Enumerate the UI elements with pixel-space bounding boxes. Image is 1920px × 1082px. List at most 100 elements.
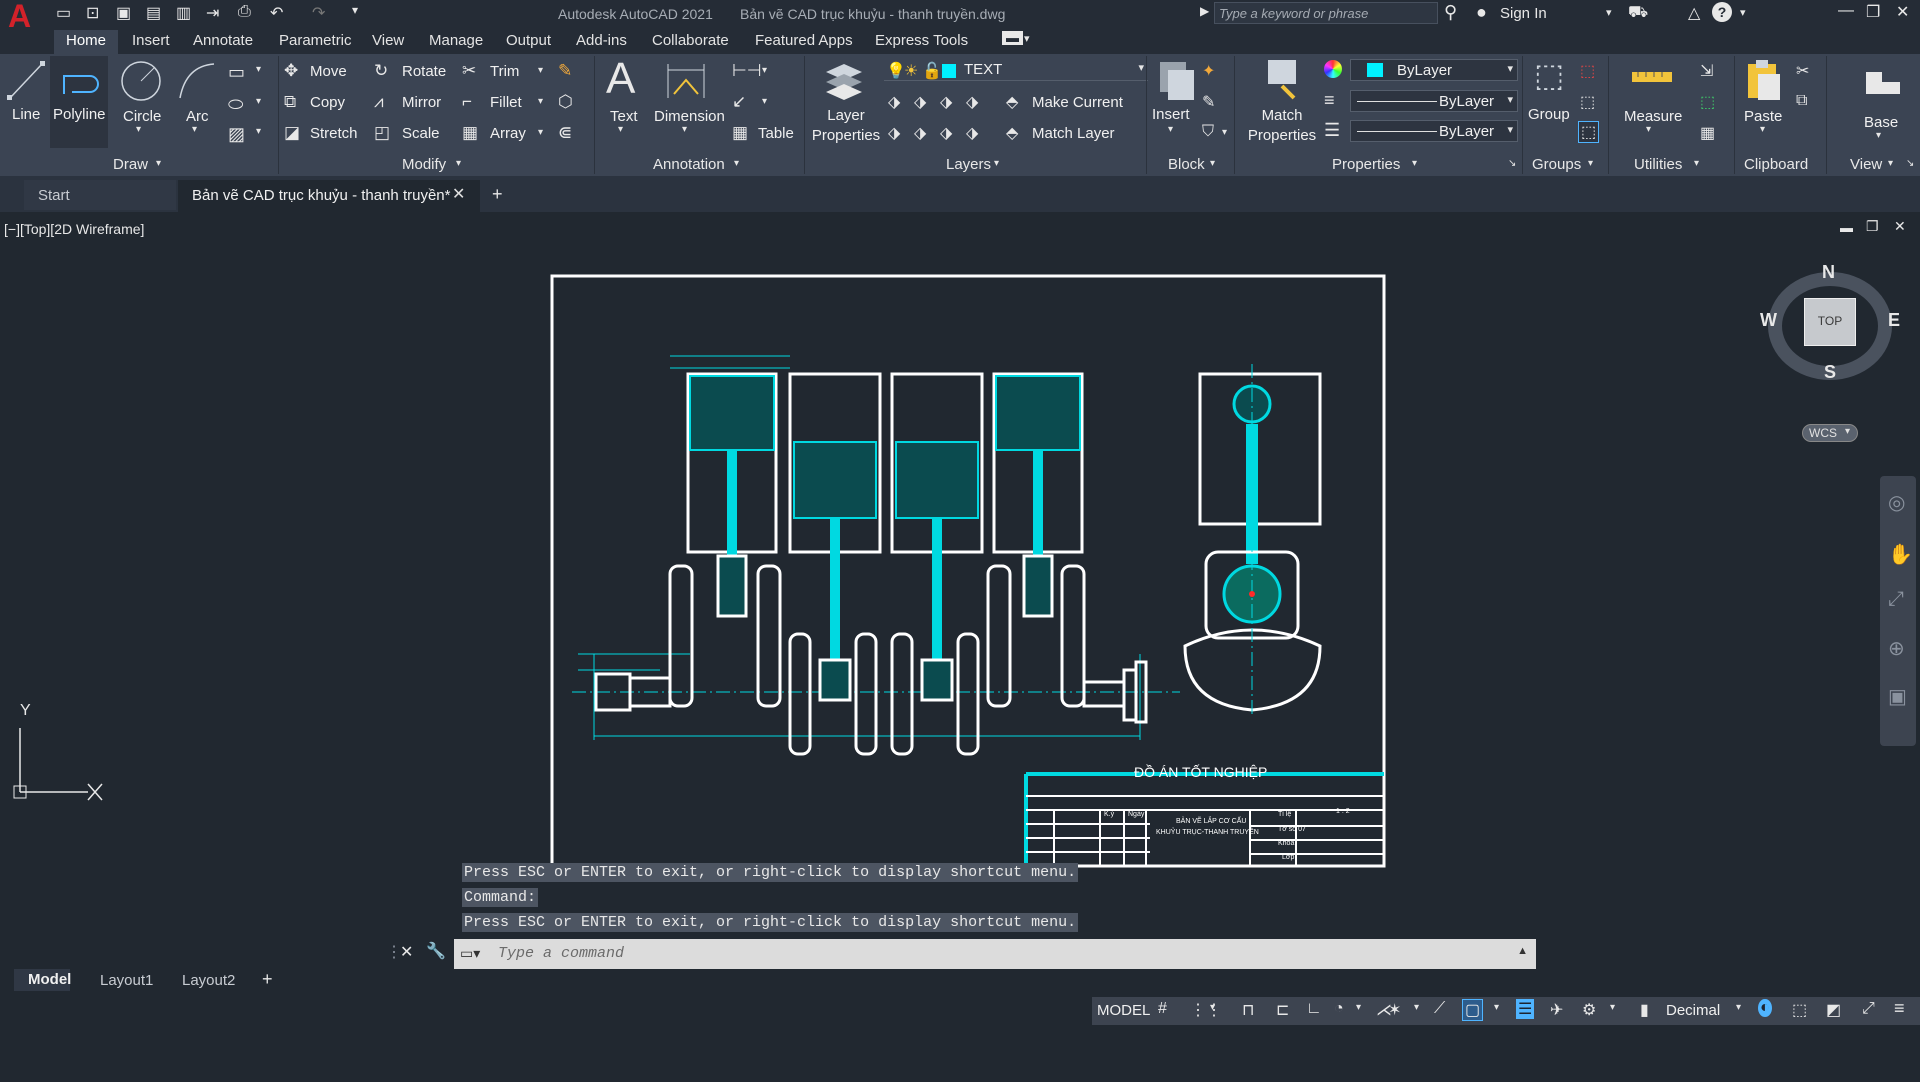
drawing-viewport[interactable]: [−][Top][2D Wireframe] ▬ ❐ ✕ TOP N S E W… — [0, 212, 1920, 969]
properties-dialog-launcher-icon[interactable]: ↘ — [1508, 158, 1516, 169]
model-space-button[interactable]: MODEL — [1097, 1002, 1150, 1019]
match-layer-button[interactable]: Match Layer — [1032, 125, 1115, 142]
undo-icon[interactable]: ↶ — [270, 3, 283, 23]
paste-dropdown-icon[interactable]: ▾ — [1760, 124, 1765, 135]
workspace-dropdown-icon[interactable]: ▾ — [1610, 1002, 1615, 1013]
zoom-extents-icon[interactable]: ⤢ — [1888, 588, 1904, 611]
match-properties-button[interactable]: Match Properties — [1246, 106, 1318, 146]
polar-tracking-icon[interactable]: ◔ — [1334, 1000, 1344, 1018]
arc-button[interactable]: Arc — [186, 108, 209, 125]
viewport-restore-icon[interactable]: ❐ — [1866, 218, 1879, 235]
tab-add-ins[interactable]: Add-ins — [576, 32, 627, 49]
viewport-close-icon[interactable]: ✕ — [1894, 218, 1906, 235]
infer-constraints-icon[interactable]: ⊓ — [1242, 1000, 1254, 1020]
rectangle-icon[interactable]: ▭ — [228, 62, 245, 83]
group-edit-icon[interactable]: ⬚ — [1580, 92, 1595, 112]
erase-icon[interactable]: ✎ — [558, 61, 572, 81]
circle-dropdown-icon[interactable]: ▾ — [136, 124, 141, 135]
arc-dropdown-icon[interactable]: ▾ — [192, 124, 197, 135]
explode-icon[interactable]: ⬡ — [558, 92, 573, 112]
restore-icon[interactable]: ❐ — [1866, 2, 1880, 22]
autodesk-a360-icon[interactable]: △ — [1688, 3, 1700, 23]
linetype-dropdown[interactable]: ByLayer ▾ — [1350, 120, 1518, 142]
layer-tool-icon[interactable]: ⬗ — [966, 92, 978, 112]
command-customize-icon[interactable]: 🔧 — [426, 941, 446, 961]
ribbon-minimize-icon[interactable]: ▬ — [1002, 31, 1023, 45]
quick-select-icon[interactable]: ⇲ — [1700, 61, 1713, 81]
layer-tool-icon[interactable]: ⬗ — [888, 92, 900, 112]
tab-drawing[interactable]: Bản vẽ CAD trục khuỷu - thanh truyền* ✕ — [178, 180, 480, 212]
publish-icon[interactable]: ▥ — [176, 3, 191, 23]
dynamic-input-icon[interactable]: ⊏ — [1276, 1000, 1289, 1020]
utilities-panel-expand-icon[interactable]: ▾ — [1694, 158, 1699, 169]
compass-west[interactable]: W — [1760, 310, 1777, 331]
layers-panel-title[interactable]: Layers — [946, 156, 991, 173]
stretch-button[interactable]: Stretch — [310, 125, 358, 142]
help-icon[interactable]: ? — [1712, 2, 1732, 22]
cut-icon[interactable]: ✂ — [1796, 61, 1809, 81]
command-history-toggle-icon[interactable]: ▲ — [1517, 945, 1528, 957]
select-all-icon[interactable]: ⬚ — [1700, 92, 1715, 112]
make-current-button[interactable]: Make Current — [1032, 94, 1123, 111]
polyline-button[interactable]: Polyline — [53, 106, 106, 123]
save-as-icon[interactable]: ▤ — [146, 3, 161, 23]
tab-collaborate[interactable]: Collaborate — [652, 32, 729, 49]
layer-tool-icon[interactable]: ⬗ — [914, 92, 926, 112]
text-dropdown-icon[interactable]: ▾ — [618, 124, 623, 135]
sign-in-dropdown-icon[interactable]: ▾ — [1606, 6, 1612, 19]
fillet-dropdown-icon[interactable]: ▾ — [538, 96, 543, 107]
orbit-icon[interactable]: ⊕ — [1888, 636, 1905, 661]
tab-featured-apps[interactable]: Featured Apps — [755, 32, 853, 49]
object-snap-tracking-icon[interactable]: ✶ — [1388, 1000, 1401, 1020]
save-icon[interactable]: ▣ — [116, 3, 131, 23]
block-panel-expand-icon[interactable]: ▾ — [1210, 158, 1215, 169]
lineweight-dropdown[interactable]: ByLayer ▾ — [1350, 90, 1518, 112]
steering-wheel-icon[interactable]: ◎ — [1888, 490, 1905, 515]
group-select-icon[interactable]: ⬚ — [1578, 121, 1600, 143]
customization-menu-icon[interactable]: ≡ — [1894, 998, 1905, 1019]
modify-panel-expand-icon[interactable]: ▾ — [456, 158, 461, 169]
snap-dropdown-icon[interactable]: ▾ — [1210, 1002, 1215, 1013]
text-button[interactable]: Text — [610, 108, 638, 125]
qat-menu-icon[interactable]: ▾ — [352, 3, 358, 17]
viewcube-top-face[interactable]: TOP — [1804, 298, 1856, 346]
annotation-monitor-icon[interactable]: ▮ — [1640, 1000, 1649, 1020]
hatch-dropdown-icon[interactable]: ▾ — [256, 126, 261, 137]
new-icon[interactable]: ▭ — [56, 3, 71, 23]
tab-insert[interactable]: Insert — [132, 32, 170, 49]
measure-button[interactable]: Measure — [1624, 108, 1682, 125]
view-panel-title[interactable]: View — [1850, 156, 1882, 173]
scale-button[interactable]: Scale — [402, 125, 440, 142]
tab-close-icon[interactable]: ✕ — [452, 184, 465, 204]
edit-block-icon[interactable]: ✎ — [1202, 92, 1215, 112]
copy-clip-icon[interactable]: ⧉ — [1796, 92, 1807, 110]
measure-dropdown-icon[interactable]: ▾ — [1646, 124, 1651, 135]
ungroup-icon[interactable]: ⬚ — [1580, 61, 1595, 81]
compass-north[interactable]: N — [1822, 262, 1835, 283]
new-tab-icon[interactable]: + — [492, 184, 503, 205]
layer-tool-icon[interactable]: ⬗ — [966, 123, 978, 143]
array-button[interactable]: Array — [490, 125, 526, 142]
modify-panel-title[interactable]: Modify — [402, 156, 446, 173]
draw-panel-expand-icon[interactable]: ▾ — [156, 158, 161, 169]
paste-button[interactable]: Paste — [1744, 108, 1782, 125]
close-icon[interactable]: ✕ — [1896, 2, 1909, 22]
quick-properties-icon[interactable]: ◐ — [1758, 999, 1772, 1017]
tab-parametric[interactable]: Parametric — [279, 32, 352, 49]
insert-button[interactable]: Insert — [1152, 106, 1190, 123]
group-button[interactable]: Group — [1528, 106, 1570, 123]
tab-output[interactable]: Output — [506, 32, 551, 49]
compass-east[interactable]: E — [1888, 310, 1900, 331]
grid-icon[interactable]: # — [1158, 1000, 1167, 1018]
chevron-right-icon[interactable]: ▶ — [1200, 4, 1209, 18]
layer-dropdown[interactable]: TEXT ▾ — [884, 59, 1148, 81]
draw-panel-title[interactable]: Draw — [113, 156, 148, 173]
tab-manage[interactable]: Manage — [429, 32, 483, 49]
linear-dim-dropdown-icon[interactable]: ▾ — [762, 65, 767, 76]
groups-panel-expand-icon[interactable]: ▾ — [1588, 158, 1593, 169]
cart-icon[interactable]: ⛟ — [1628, 3, 1648, 23]
ortho-icon[interactable]: ∟ — [1306, 1000, 1322, 1018]
lineweight-toggle-icon[interactable]: ⟋ — [1434, 1000, 1445, 1018]
clean-screen-icon[interactable]: ⤢ — [1862, 1000, 1875, 1018]
command-prompt-icon[interactable]: ▭▾ — [460, 945, 480, 962]
